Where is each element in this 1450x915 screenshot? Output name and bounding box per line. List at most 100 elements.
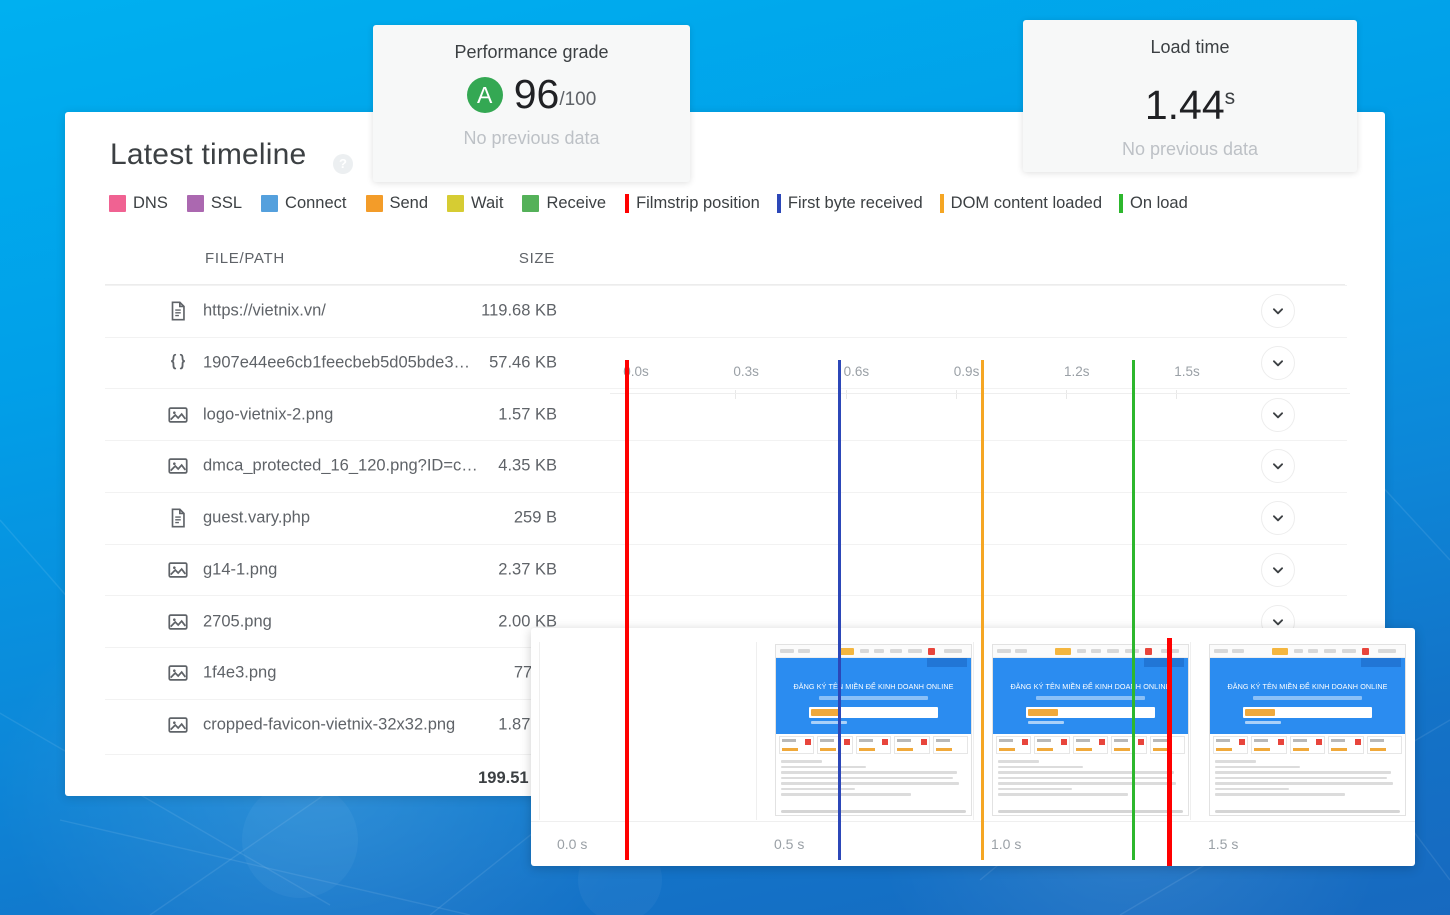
image-icon [167, 404, 189, 426]
thumb-headline: ĐĂNG KÝ TÊN MIỀN ĐỂ KINH DOANH ONLINE [776, 682, 971, 691]
thumb-scrollbar [781, 810, 966, 813]
thumb-scrollbar [1215, 810, 1400, 813]
thumb-cards [993, 734, 1188, 756]
filmstrip-thumbnail[interactable]: ĐĂNG KÝ TÊN MIỀN ĐỂ KINH DOANH ONLINE [992, 644, 1189, 816]
load-time-value-group: 1.44 s [1023, 69, 1357, 126]
thumb-scrollbar [998, 810, 1183, 813]
chevron-down-icon[interactable] [1261, 294, 1295, 328]
legend-swatch-on-load-icon [1119, 194, 1123, 213]
question-mark-icon[interactable]: ? [333, 154, 353, 174]
thumb-cards [776, 734, 971, 756]
legend-item-filmstrip-position: Filmstrip position [625, 194, 760, 213]
legend-label: On load [1130, 194, 1188, 213]
performance-score-max: /100 [559, 89, 596, 111]
performance-previous-data: No previous data [373, 128, 690, 149]
file-path-label: guest.vary.php [203, 509, 310, 528]
column-header-size: SIZE [455, 250, 555, 267]
image-icon [167, 714, 189, 736]
thumb-headline: ĐĂNG KÝ TÊN MIỀN ĐỂ KINH DOANH ONLINE [1210, 682, 1405, 691]
filmstrip-frames: ĐĂNG KÝ TÊN MIỀN ĐỂ KINH DOANH ONLINE ĐĂN… [539, 642, 1407, 820]
performance-grade-card: Performance grade A 96 /100 No previous … [373, 25, 690, 182]
filmstrip-frame-slot[interactable]: ĐĂNG KÝ TÊN MIỀN ĐỂ KINH DOANH ONLINE [756, 642, 973, 820]
image-icon [167, 662, 189, 684]
legend-swatch-wait-icon [447, 195, 464, 212]
thumb-hero: ĐĂNG KÝ TÊN MIỀN ĐỂ KINH DOANH ONLINE [776, 658, 971, 734]
load-time-card: Load time 1.44 s No previous data [1023, 20, 1357, 172]
json-icon [167, 352, 189, 374]
thumb-browser-bar [993, 645, 1188, 658]
table-row[interactable]: https://vietnix.vn/119.68 KB [105, 285, 1347, 337]
legend-item-receive: Receive [522, 194, 606, 213]
filmstrip-panel: ĐĂNG KÝ TÊN MIỀN ĐỂ KINH DOANH ONLINE ĐĂN… [531, 628, 1415, 866]
document-icon [167, 507, 189, 529]
filmstrip-tick-label: 1.5 s [1208, 836, 1238, 852]
legend-item-dom-content-loaded: DOM content loaded [940, 194, 1102, 213]
thumb-body-text [776, 756, 971, 803]
legend-item-connect: Connect [261, 194, 346, 213]
file-path-label: 2705.png [203, 612, 272, 631]
legend-label: Wait [471, 194, 503, 213]
thumb-headline: ĐĂNG KÝ TÊN MIỀN ĐỂ KINH DOANH ONLINE [993, 682, 1188, 691]
load-time-previous-data: No previous data [1023, 139, 1357, 160]
load-time-unit: s [1225, 86, 1236, 110]
legend-label: DNS [133, 194, 168, 213]
image-icon [167, 611, 189, 633]
file-size-label: 259 B [405, 509, 557, 528]
filmstrip-frame-slot[interactable]: ĐĂNG KÝ TÊN MIỀN ĐỂ KINH DOANH ONLINE [1190, 642, 1407, 820]
filmstrip-tick-label: 1.0 s [991, 836, 1021, 852]
thumb-body-text [993, 756, 1188, 803]
filmstrip-thumbnail[interactable]: ĐĂNG KÝ TÊN MIỀN ĐỂ KINH DOANH ONLINE [1209, 644, 1406, 816]
legend-swatch-send-icon [366, 195, 383, 212]
thumb-browser-bar [1210, 645, 1405, 658]
legend-item-dns: DNS [109, 194, 168, 213]
filmstrip-frame-slot[interactable]: ĐĂNG KÝ TÊN MIỀN ĐỂ KINH DOANH ONLINE [973, 642, 1190, 820]
filmstrip-thumbnail[interactable]: ĐĂNG KÝ TÊN MIỀN ĐỂ KINH DOANH ONLINE [775, 644, 972, 816]
file-size-label: 119.68 KB [405, 302, 557, 321]
file-path-label: logo-vietnix-2.png [203, 405, 333, 424]
thumb-hero: ĐĂNG KÝ TÊN MIỀN ĐỂ KINH DOANH ONLINE [993, 658, 1188, 734]
file-path-label: g14-1.png [203, 560, 277, 579]
event-marker-dom-content-loaded [981, 360, 984, 860]
filmstrip-tick-label: 0.5 s [774, 836, 804, 852]
performance-grade-title: Performance grade [373, 42, 690, 63]
thumb-browser-bar [776, 645, 971, 658]
thumb-cards [1210, 734, 1405, 756]
legend-label: DOM content loaded [951, 194, 1102, 213]
file-path-label: 1f4e3.png [203, 664, 276, 683]
document-icon [167, 300, 189, 322]
load-time-title: Load time [1023, 37, 1357, 58]
legend-label: Connect [285, 194, 346, 213]
table-header: FILE/PATH SIZE [105, 244, 1385, 280]
file-size-label: 2.37 KB [405, 560, 557, 579]
legend-item-on-load: On load [1119, 194, 1188, 213]
legend-swatch-dns-icon [109, 195, 126, 212]
file-path-label: https://vietnix.vn/ [203, 302, 326, 321]
legend-item-wait: Wait [447, 194, 503, 213]
legend-swatch-filmstrip-position-icon [625, 194, 629, 213]
legend-swatch-receive-icon [522, 195, 539, 212]
filmstrip-axis: 0.0 s0.5 s1.0 s1.5 s [531, 821, 1415, 865]
filmstrip-position-marker[interactable] [1167, 638, 1172, 866]
legend-label: SSL [211, 194, 242, 213]
page-title: Latest timeline [110, 138, 306, 172]
timeline-legend: DNSSSLConnectSendWaitReceiveFilmstrip po… [109, 194, 1205, 213]
file-size-label: 4.35 KB [405, 457, 557, 476]
thumb-hero: ĐĂNG KÝ TÊN MIỀN ĐỂ KINH DOANH ONLINE [1210, 658, 1405, 734]
file-size-label: 1.57 KB [405, 405, 557, 424]
legend-item-first-byte-received: First byte received [777, 194, 923, 213]
page-background: Latest timeline ? DNSSSLConnectSendWaitR… [0, 0, 1450, 915]
legend-label: Filmstrip position [636, 194, 760, 213]
performance-score: 96 [514, 74, 560, 115]
legend-label: First byte received [788, 194, 923, 213]
legend-swatch-dom-content-loaded-icon [940, 194, 944, 213]
event-marker-first-byte-received [838, 360, 841, 860]
legend-swatch-ssl-icon [187, 195, 204, 212]
image-icon [167, 455, 189, 477]
performance-grade-value-group: A 96 /100 [373, 74, 690, 115]
column-header-file-path: FILE/PATH [205, 250, 285, 267]
legend-item-ssl: SSL [187, 194, 242, 213]
grade-badge: A [467, 77, 503, 113]
image-icon [167, 559, 189, 581]
filmstrip-frame-slot[interactable] [539, 642, 756, 820]
thumb-body-text [1210, 756, 1405, 803]
